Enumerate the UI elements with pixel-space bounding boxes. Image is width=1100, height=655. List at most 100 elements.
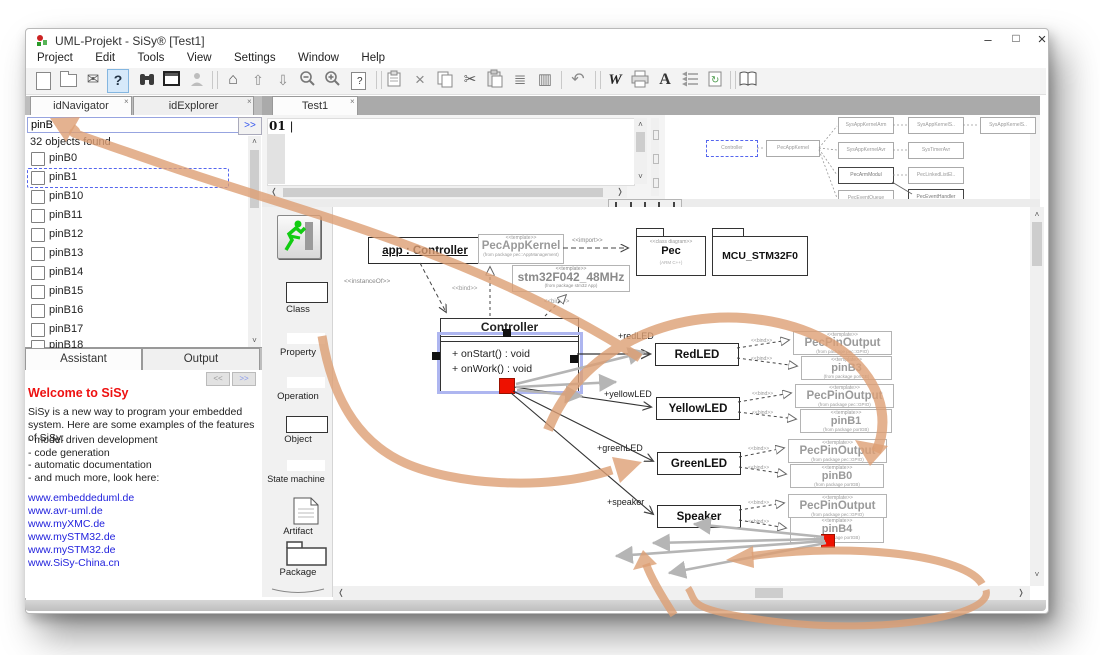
scroll-left-icon[interactable]: ❬ bbox=[336, 588, 346, 597]
link[interactable]: www.avr-uml.de bbox=[28, 505, 134, 518]
uml-template-pecpinoutput[interactable]: <<template>>PecPinOutput(from package pe… bbox=[788, 494, 887, 518]
tab-idnavigator[interactable]: idNavigator bbox=[30, 96, 132, 115]
checkbox[interactable] bbox=[31, 209, 45, 223]
delete-icon[interactable]: × bbox=[409, 69, 431, 91]
paste-icon[interactable] bbox=[484, 69, 506, 91]
print-icon[interactable] bbox=[629, 69, 651, 91]
word-export-icon[interactable]: W bbox=[604, 69, 626, 91]
menu-tools[interactable]: Tools bbox=[129, 49, 174, 67]
maximize-button[interactable]: □ bbox=[1006, 31, 1026, 45]
open-folder-icon[interactable] bbox=[57, 69, 79, 91]
home-icon[interactable]: ⌂ bbox=[222, 69, 244, 91]
edit-properties-icon[interactable] bbox=[384, 69, 406, 91]
menu-edit[interactable]: Edit bbox=[86, 49, 124, 67]
overview-box[interactable]: PecLinkedListEl.. bbox=[908, 167, 964, 184]
minimize-button[interactable]: – bbox=[978, 32, 998, 47]
cut-icon[interactable]: ✂ bbox=[459, 69, 481, 91]
overview-box[interactable]: SysAppKernelS.. bbox=[908, 117, 964, 134]
search-input[interactable] bbox=[27, 117, 239, 133]
selection-handle[interactable] bbox=[570, 355, 578, 363]
overview-box[interactable]: SysAppKernelS.. bbox=[980, 117, 1036, 134]
list-item[interactable]: pinB15 bbox=[49, 285, 83, 297]
menu-window[interactable]: Window bbox=[289, 49, 348, 67]
checkbox[interactable] bbox=[31, 228, 45, 242]
palette-tool-operation[interactable] bbox=[287, 377, 325, 388]
scroll-thumb[interactable] bbox=[250, 150, 259, 208]
scroll-up-icon[interactable]: ˄ bbox=[634, 120, 647, 129]
menu-project[interactable]: Project bbox=[28, 49, 82, 67]
link[interactable]: www.myXMC.de bbox=[28, 518, 134, 531]
overview-box[interactable]: SysAppKernelArm bbox=[838, 117, 894, 134]
uml-class-redled[interactable]: RedLED bbox=[655, 343, 739, 366]
list-item[interactable]: pinB11 bbox=[49, 209, 82, 221]
palette-tool-class[interactable] bbox=[286, 282, 328, 303]
checkbox[interactable] bbox=[31, 171, 45, 185]
find-icon[interactable] bbox=[136, 69, 158, 91]
manual-book-icon[interactable] bbox=[738, 69, 760, 91]
list-item[interactable]: pinB10 bbox=[49, 190, 83, 202]
scroll-up-icon[interactable]: ˄ bbox=[1030, 210, 1044, 219]
undo-icon[interactable]: ↶ bbox=[567, 69, 589, 91]
scroll-left-icon[interactable]: ❬ bbox=[269, 187, 279, 196]
scroll-thumb[interactable] bbox=[1032, 222, 1042, 266]
tab-idexplorer-close-icon[interactable]: × bbox=[247, 97, 252, 106]
menu-help[interactable]: Help bbox=[352, 49, 394, 67]
font-icon[interactable]: A bbox=[654, 69, 676, 91]
copy-icon[interactable] bbox=[434, 69, 456, 91]
document-properties-icon[interactable]: ? bbox=[347, 69, 369, 91]
list-item[interactable]: pinB1 bbox=[49, 171, 77, 183]
new-document-icon[interactable] bbox=[32, 69, 54, 91]
menu-view[interactable]: View bbox=[178, 49, 221, 67]
table-columns-icon[interactable]: ▥ bbox=[534, 69, 556, 91]
search-go-button[interactable]: >> bbox=[238, 117, 262, 135]
link[interactable]: www.SiSy-China.cn bbox=[28, 557, 134, 570]
scroll-right-icon[interactable]: ❭ bbox=[1016, 588, 1026, 597]
overview-box[interactable]: SysTimerAvr bbox=[908, 142, 964, 159]
scroll-thumb[interactable] bbox=[755, 588, 783, 598]
diagram-hscroll[interactable] bbox=[333, 586, 1030, 600]
navigate-down-icon[interactable]: ⇩ bbox=[272, 69, 294, 91]
link[interactable]: www.mySTM32.de bbox=[28, 544, 134, 557]
scroll-thumb[interactable] bbox=[636, 132, 645, 152]
palette-tool-object[interactable] bbox=[286, 416, 328, 433]
checkbox[interactable] bbox=[31, 152, 45, 166]
uml-class-yellowled[interactable]: YellowLED bbox=[656, 397, 740, 420]
tab-output[interactable]: Output bbox=[142, 348, 260, 370]
palette-tool-statemachine[interactable] bbox=[287, 460, 325, 471]
scroll-down-icon[interactable]: ˅ bbox=[634, 172, 647, 181]
link[interactable]: www.mySTM32.de bbox=[28, 531, 134, 544]
scroll-thumb[interactable] bbox=[283, 188, 603, 197]
selection-handle[interactable] bbox=[432, 352, 440, 360]
uml-template-pecpinoutput[interactable]: <<template>>PecPinOutput(from package pe… bbox=[788, 439, 887, 463]
checkbox[interactable] bbox=[31, 266, 45, 280]
navigate-up-icon[interactable]: ⇧ bbox=[247, 69, 269, 91]
zoom-in-icon[interactable] bbox=[322, 69, 344, 91]
overview-box[interactable]: PecAppKernel bbox=[766, 140, 820, 157]
uml-class-speaker[interactable]: Speaker bbox=[657, 505, 741, 528]
email-icon[interactable]: ✉ bbox=[82, 69, 104, 91]
palette-tool-property[interactable] bbox=[287, 333, 325, 344]
assistant-prev-button[interactable]: << bbox=[206, 372, 230, 386]
report-refresh-icon[interactable]: ↻ bbox=[704, 69, 726, 91]
scroll-right-icon[interactable]: ❭ bbox=[615, 187, 625, 196]
scroll-down-icon[interactable]: ˅ bbox=[248, 336, 261, 345]
list-item[interactable]: pinB17 bbox=[49, 323, 83, 335]
checkbox[interactable] bbox=[31, 304, 45, 318]
tab-idexplorer[interactable]: idExplorer bbox=[133, 96, 254, 115]
overview-box[interactable]: PecArmModul bbox=[838, 167, 894, 184]
outline-list-icon[interactable]: ≣ bbox=[509, 69, 531, 91]
uml-template-pecappkernel[interactable]: <<template>> PecAppKernel (from package … bbox=[478, 234, 564, 264]
uml-template-pinb3[interactable]: <<template>>pinB3(from package portGB) bbox=[801, 356, 892, 380]
code-editor[interactable] bbox=[267, 118, 635, 186]
checkbox[interactable] bbox=[31, 247, 45, 261]
palette-more-icon[interactable] bbox=[270, 583, 326, 601]
help-icon[interactable]: ? bbox=[107, 69, 129, 93]
run-button[interactable] bbox=[277, 215, 321, 259]
editor-splitter[interactable] bbox=[651, 118, 659, 196]
link[interactable]: www.embeddeduml.de bbox=[28, 492, 134, 505]
assistant-next-button[interactable]: >> bbox=[232, 372, 256, 386]
tab-idnavigator-close-icon[interactable]: × bbox=[124, 97, 129, 106]
tab-test1-close-icon[interactable]: × bbox=[350, 97, 355, 106]
checkbox[interactable] bbox=[31, 285, 45, 299]
user-icon[interactable] bbox=[186, 69, 208, 91]
